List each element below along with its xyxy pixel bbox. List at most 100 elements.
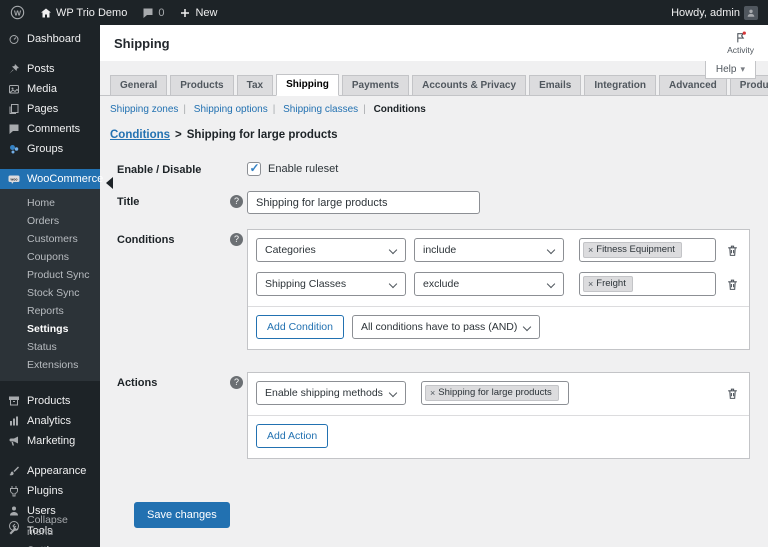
submenu-item-home[interactable]: Home <box>0 194 100 212</box>
title-input[interactable] <box>247 191 480 214</box>
tag-label: Fitness Equipment <box>596 244 675 255</box>
sidebar-label: Collapse menu <box>27 514 68 538</box>
save-changes-button[interactable]: Save changes <box>134 502 230 528</box>
help-button[interactable]: Help <box>704 61 756 79</box>
breadcrumb-current: Shipping for large products <box>186 129 338 141</box>
tab-products[interactable]: Products <box>170 75 234 95</box>
condition-operator-select[interactable]: include <box>414 238 564 262</box>
tab-general[interactable]: General <box>110 75 168 95</box>
tab-accounts-privacy[interactable]: Accounts & Privacy <box>412 75 527 95</box>
sidebar-item-comments[interactable]: Comments <box>0 119 100 139</box>
tab-integration[interactable]: Integration <box>584 75 656 95</box>
select-value: All conditions have to pass (AND) <box>360 321 518 333</box>
user-avatar-icon <box>747 9 755 17</box>
subnav-shipping-zones[interactable]: Shipping zones <box>110 104 178 115</box>
tab-emails[interactable]: Emails <box>529 75 582 95</box>
howdy-account-menu[interactable]: Howdy, admin <box>671 5 758 20</box>
conditions-help-icon[interactable] <box>230 233 243 246</box>
sidebar-item-analytics[interactable]: Analytics <box>0 411 100 431</box>
trash-icon <box>728 245 737 256</box>
sidebar-item-posts[interactable]: Posts <box>0 59 100 79</box>
comments-admin-menu[interactable]: 0 <box>142 7 164 19</box>
remove-tag-icon[interactable] <box>588 279 593 289</box>
title-help-icon[interactable] <box>230 195 243 208</box>
subnav-shipping-classes[interactable]: Shipping classes <box>283 104 358 115</box>
page-header: Shipping Activity <box>100 25 768 61</box>
actions-help-icon[interactable] <box>230 376 243 389</box>
sidebar-item-dashboard[interactable]: Dashboard <box>0 25 100 49</box>
enable-ruleset-checkbox[interactable] <box>247 161 261 176</box>
collapse-menu-button[interactable]: Collapse menu <box>0 510 100 542</box>
sidebar-item-pages[interactable]: Pages <box>0 99 100 119</box>
remove-tag-icon[interactable] <box>430 388 435 398</box>
ruleset-form: Enable / Disable Enable ruleset Title Co… <box>100 141 768 528</box>
condition-subject-select[interactable]: Categories <box>256 238 406 262</box>
avatar <box>744 5 758 20</box>
add-condition-button[interactable]: Add Condition <box>256 315 344 339</box>
sidebar-item-plugins[interactable]: Plugins <box>0 481 100 501</box>
condition-value-input[interactable]: Fitness Equipment <box>579 238 716 262</box>
enable-row: Enable / Disable Enable ruleset <box>117 159 750 176</box>
delete-condition-button[interactable] <box>726 243 741 258</box>
sidebar-item-marketing[interactable]: Marketing <box>0 431 100 451</box>
tab-payments[interactable]: Payments <box>341 75 410 95</box>
submenu-item-extensions[interactable]: Extensions <box>0 356 100 374</box>
breadcrumb-conditions-link[interactable]: Conditions <box>110 129 170 141</box>
howdy-text: Howdy, admin <box>671 6 740 19</box>
shipping-subnav: Shipping zones Shipping options Shipping… <box>100 96 768 115</box>
svg-text:woo: woo <box>10 177 18 181</box>
submenu-item-reports[interactable]: Reports <box>0 302 100 320</box>
wordpress-logo-icon: W <box>10 5 25 20</box>
comments-icon <box>8 123 20 135</box>
delete-condition-button[interactable] <box>726 277 741 292</box>
submenu-item-customers[interactable]: Customers <box>0 230 100 248</box>
media-icon <box>8 83 20 95</box>
sidebar-item-media[interactable]: Media <box>0 79 100 99</box>
sidebar-label: Products <box>27 395 71 407</box>
comment-bubble-icon <box>143 8 153 18</box>
sidebar-label: Dashboard <box>27 33 81 45</box>
condition-subject-select[interactable]: Shipping Classes <box>256 272 406 296</box>
conditions-mode-select[interactable]: All conditions have to pass (AND) <box>351 315 541 339</box>
groups-icon <box>8 143 20 155</box>
tab-shipping[interactable]: Shipping <box>276 74 339 96</box>
condition-row: Categories include Fitness Equipment <box>256 238 741 262</box>
submenu-item-product-sync[interactable]: Product Sync <box>0 266 100 284</box>
woocommerce-icon: woo <box>8 173 20 185</box>
tag-label: Freight <box>596 278 626 289</box>
conditions-row: Conditions Categories include Fitness Eq… <box>117 229 750 350</box>
enable-checkbox-label: Enable ruleset <box>268 163 339 175</box>
submenu-item-orders[interactable]: Orders <box>0 212 100 230</box>
submenu-item-status[interactable]: Status <box>0 338 100 356</box>
sidebar-item-appearance[interactable]: Appearance <box>0 461 100 481</box>
products-icon <box>8 395 20 407</box>
condition-operator-select[interactable]: exclude <box>414 272 564 296</box>
wordpress-logo-menu[interactable]: W <box>10 5 25 20</box>
main-content: Shipping Activity Help General Products … <box>100 25 768 547</box>
sidebar-item-woocommerce[interactable]: woo WooCommerce <box>0 169 103 189</box>
sidebar-item-products[interactable]: Products <box>0 391 100 411</box>
delete-action-button[interactable] <box>726 386 741 401</box>
submenu-item-coupons[interactable]: Coupons <box>0 248 100 266</box>
condition-value-input[interactable]: Freight <box>579 272 716 296</box>
dashboard-icon <box>8 33 20 45</box>
activity-panel-button[interactable]: Activity <box>727 31 754 55</box>
site-name-menu[interactable]: WP Trio Demo <box>40 7 127 19</box>
add-action-button[interactable]: Add Action <box>256 424 329 448</box>
enable-help-spacer <box>230 159 247 163</box>
subnav-shipping-options[interactable]: Shipping options <box>194 104 268 115</box>
title-label: Title <box>117 196 140 208</box>
submenu-item-stock-sync[interactable]: Stock Sync <box>0 284 100 302</box>
action-type-select[interactable]: Enable shipping methods <box>256 381 406 405</box>
new-content-menu[interactable]: New <box>179 7 217 19</box>
help-label: Help <box>715 64 737 75</box>
remove-tag-icon[interactable] <box>588 245 593 255</box>
tab-tax[interactable]: Tax <box>236 75 274 95</box>
sidebar-item-groups[interactable]: Groups <box>0 139 100 159</box>
enable-label: Enable / Disable <box>117 164 202 176</box>
submenu-item-settings[interactable]: Settings <box>0 320 100 338</box>
sidebar-label: Comments <box>27 123 81 135</box>
breadcrumb-separator <box>170 129 187 141</box>
action-value-input[interactable]: Shipping for large products <box>421 381 569 405</box>
trash-icon <box>728 388 737 399</box>
